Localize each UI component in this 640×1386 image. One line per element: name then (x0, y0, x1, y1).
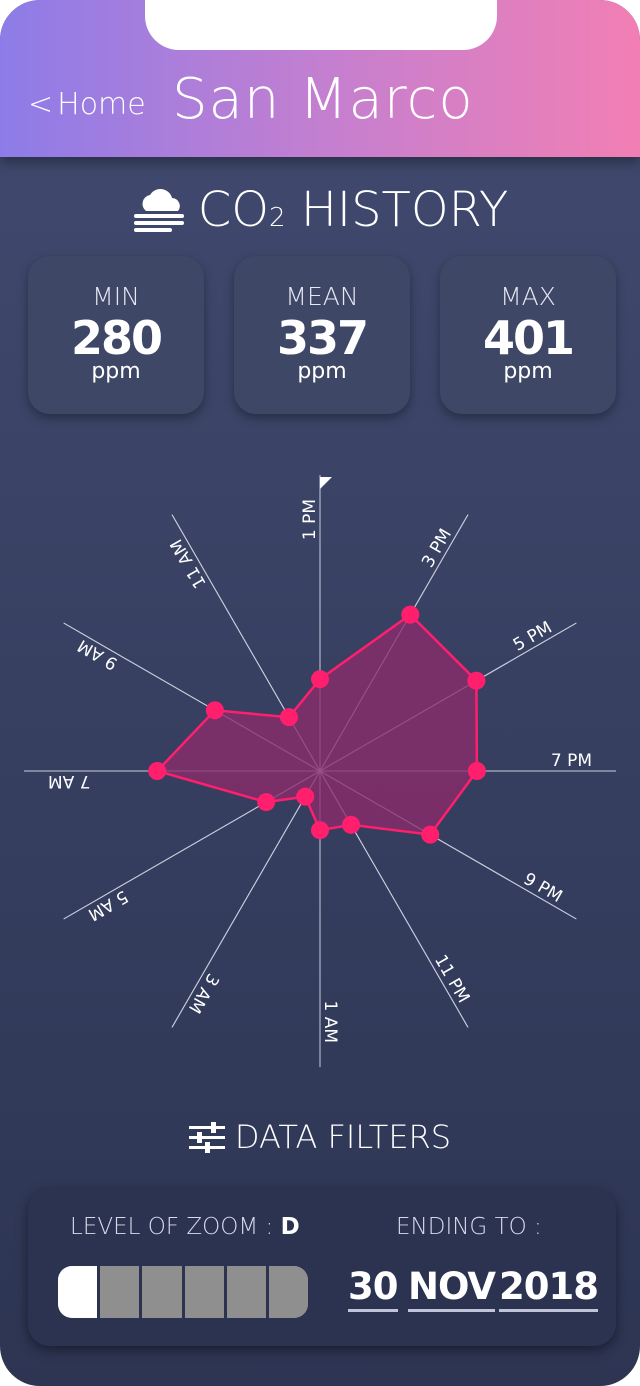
zoom-segment[interactable] (268, 1266, 308, 1318)
radar-data-point[interactable] (296, 787, 315, 806)
stat-max-value: 401 (482, 311, 575, 365)
radar-data-point[interactable] (279, 708, 298, 727)
radar-axis-label: 1 AM (320, 1000, 340, 1043)
stat-max-unit: ppm (503, 359, 553, 384)
radar-axis-label: 9 AM (74, 635, 121, 674)
zoom-segment[interactable] (100, 1266, 143, 1318)
radar-data-point[interactable] (342, 815, 361, 834)
chevron-left-icon: < (28, 87, 54, 122)
cloud-fog-icon (133, 189, 184, 232)
data-filters-text: DATA FILTERS (234, 1118, 452, 1156)
stat-min-unit: ppm (91, 359, 141, 384)
radar-axis-label: 7 PM (551, 751, 592, 771)
radar-start-marker (320, 477, 332, 489)
zoom-level-label: LEVEL OF ZOOM : D (70, 1214, 300, 1240)
year-picker[interactable]: 2018 (499, 1268, 599, 1312)
radar-axis-label: 9 PM (520, 869, 566, 907)
back-label: Home (57, 87, 146, 122)
stat-min-card: MIN 280 ppm (28, 256, 204, 414)
day-picker[interactable]: 30 (348, 1268, 398, 1312)
stat-max-label: MAX (500, 282, 556, 311)
co2-history-text: CO2 HISTORY (197, 182, 509, 238)
radar-data-point[interactable] (401, 605, 420, 624)
zoom-level-selector[interactable] (58, 1266, 308, 1318)
radar-axis-label: 3 PM (418, 525, 456, 571)
app-screen: < Home San Marco CO2 HISTORY MIN 280 ppm… (0, 0, 640, 1386)
radar-data-point[interactable] (148, 762, 167, 780)
ending-to-label: ENDING TO : (396, 1214, 542, 1240)
radar-data-point[interactable] (205, 701, 224, 720)
stat-mean-label: MEAN (285, 282, 359, 311)
stat-min-label: MIN (92, 282, 140, 311)
station-title: San Marco (172, 67, 474, 132)
sliders-icon (188, 1122, 225, 1153)
zoom-segment[interactable] (184, 1266, 227, 1318)
radar-series-area (154, 612, 479, 836)
month-picker[interactable]: NOV (408, 1268, 496, 1312)
zoom-segment[interactable] (58, 1266, 101, 1318)
co2-history-title: CO2 HISTORY (0, 180, 640, 240)
radar-axis-label: 1 PM (300, 499, 320, 540)
radar-axis-label: 3 AM (184, 970, 223, 1017)
device-notch (145, 0, 497, 50)
radar-data-point[interactable] (311, 821, 329, 840)
data-filters-title: DATA FILTERS (0, 1112, 640, 1162)
radar-axis-label: 11 AM (167, 535, 211, 591)
zoom-level-value: D (280, 1214, 300, 1240)
radar-axis-label: 7 AM (48, 771, 91, 791)
radar-axis-label: 5 PM (510, 618, 556, 656)
radar-axis-label: 5 AM (84, 886, 131, 925)
back-button[interactable]: < Home (28, 84, 146, 126)
stat-mean-card: MEAN 337 ppm (234, 256, 410, 414)
stat-min-value: 280 (70, 311, 163, 365)
zoom-segment[interactable] (226, 1266, 269, 1318)
radar-data-point[interactable] (467, 671, 486, 690)
co2-radar-chart: 1 PM3 PM5 PM7 PM9 PM11 PM1 AM3 AM5 AM7 A… (24, 475, 616, 1067)
filters-panel: LEVEL OF ZOOM : D ENDING TO : 30 NOV 201… (28, 1188, 616, 1346)
stat-mean-unit: ppm (297, 359, 347, 384)
radar-data-point[interactable] (421, 825, 440, 844)
stat-mean-value: 337 (276, 311, 369, 365)
radar-data-point[interactable] (467, 762, 486, 780)
zoom-segment[interactable] (142, 1266, 185, 1318)
header-bar: < Home San Marco (0, 0, 640, 157)
stat-max-card: MAX 401 ppm (440, 256, 616, 414)
radar-data-point[interactable] (311, 670, 329, 689)
radar-data-point[interactable] (257, 793, 276, 812)
